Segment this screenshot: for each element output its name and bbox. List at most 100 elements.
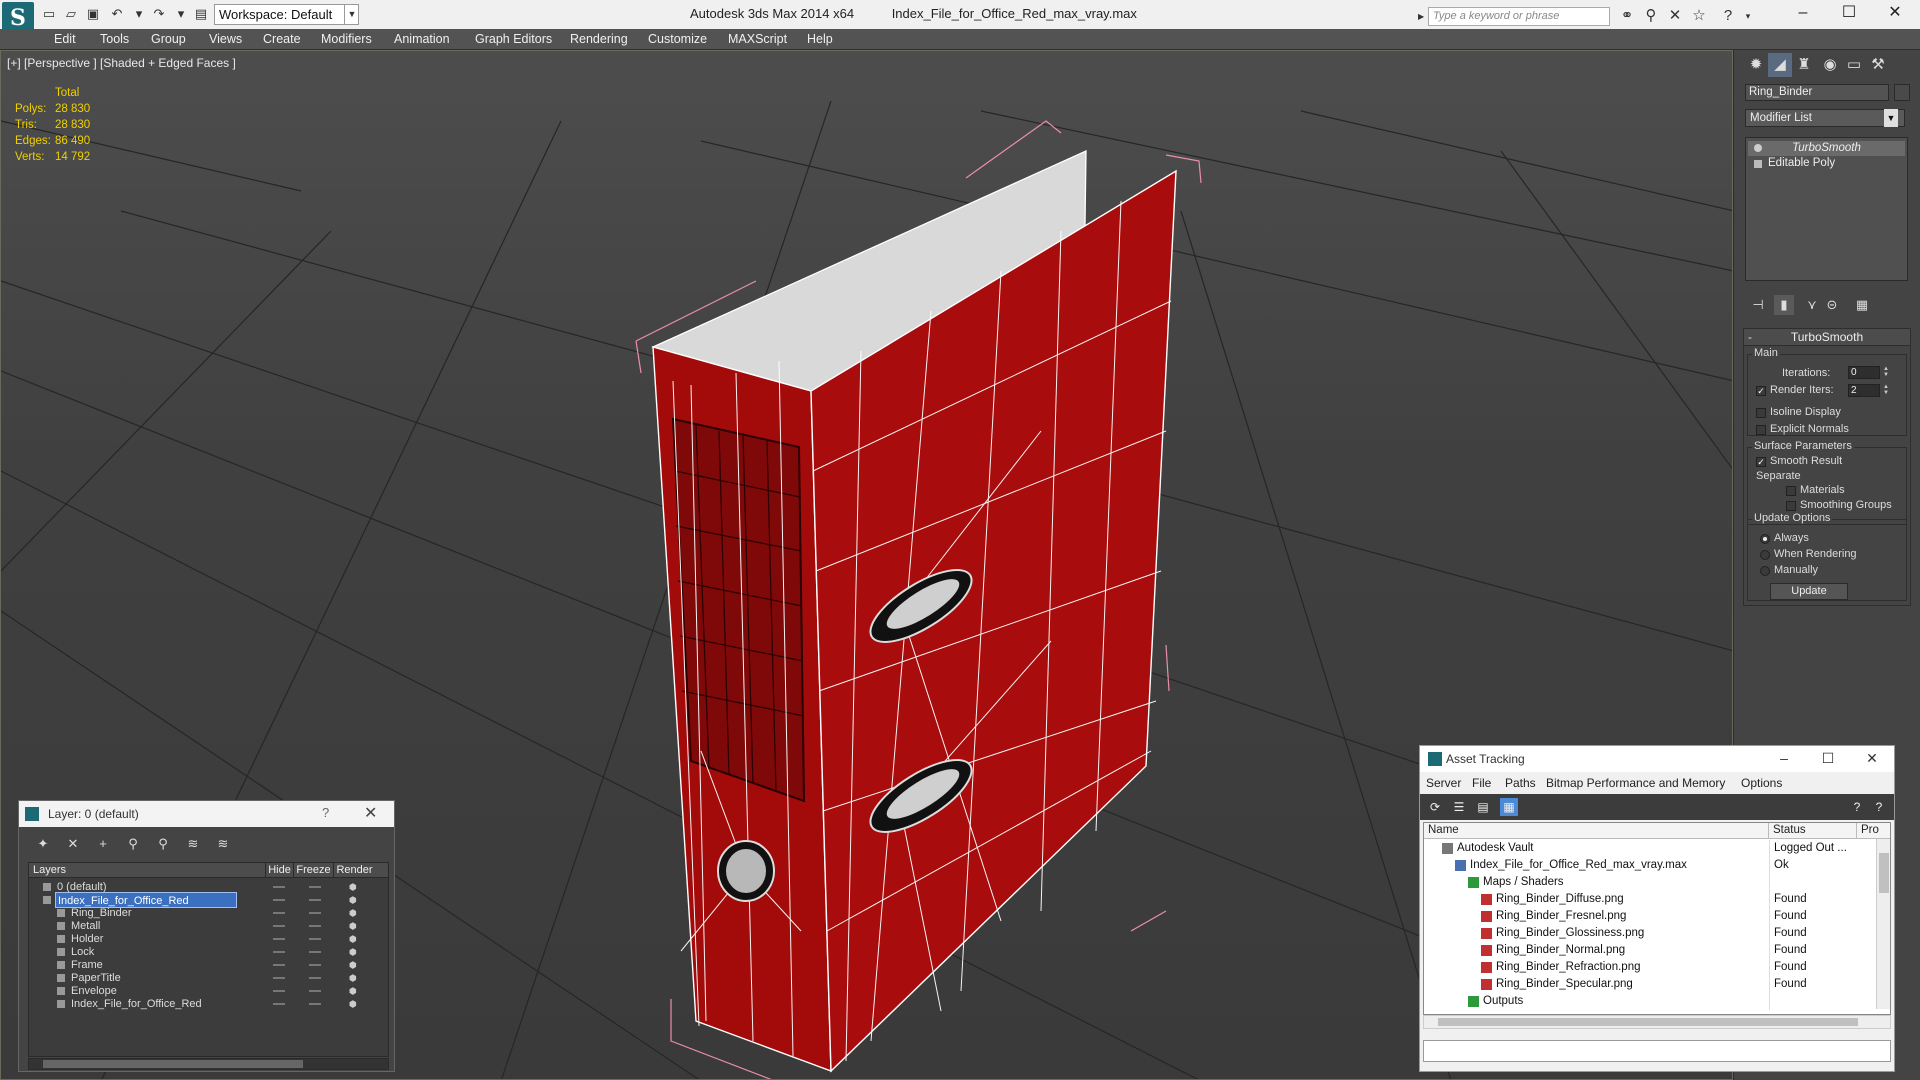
layer-horizontal-scrollbar[interactable] xyxy=(28,1058,389,1070)
col-pro[interactable]: Pro xyxy=(1857,823,1879,839)
utilities-tab-icon[interactable]: ⚒ xyxy=(1866,53,1890,77)
smooth-result-checkbox[interactable]: ✓ xyxy=(1756,457,1766,467)
menu-animation[interactable]: Animation xyxy=(394,29,450,50)
render-teapot-icon[interactable]: ⬢ xyxy=(349,948,359,957)
help-icon[interactable]: ? xyxy=(1718,6,1738,26)
render-teapot-icon[interactable]: ⬢ xyxy=(349,909,359,918)
render-teapot-icon[interactable]: ⬢ xyxy=(349,987,359,996)
add-to-layer-icon[interactable]: + xyxy=(93,834,113,854)
render-teapot-icon[interactable]: ⬢ xyxy=(349,935,359,944)
close-button[interactable]: ✕ xyxy=(1850,746,1894,772)
menu-customize[interactable]: Customize xyxy=(648,29,707,50)
configure-sets-icon[interactable]: ▦ xyxy=(1852,295,1872,315)
pin-stack-icon[interactable]: ⊣ xyxy=(1748,295,1768,315)
menu-create[interactable]: Create xyxy=(263,29,301,50)
asset-window-titlebar[interactable]: Asset Tracking – ☐ ✕ xyxy=(1420,746,1894,772)
freeze-toggle[interactable] xyxy=(309,990,321,992)
asset-row[interactable]: Maps / Shaders xyxy=(1424,874,1890,891)
communication-icon[interactable]: ✕ xyxy=(1665,6,1685,26)
viewport-label[interactable]: [+] [Perspective ] [Shaded + Edged Faces… xyxy=(7,56,236,70)
asset-row[interactable]: Ring_Binder_Refraction.png Found xyxy=(1424,959,1890,976)
asset-row[interactable]: Index_File_for_Office_Red_max_vray.max Ok xyxy=(1424,857,1890,874)
asset-row[interactable]: Ring_Binder_Specular.png Found xyxy=(1424,976,1890,993)
menu-edit[interactable]: Edit xyxy=(54,29,76,50)
help-icon[interactable]: ? xyxy=(1848,798,1866,816)
help-dropdown-icon[interactable]: ▾ xyxy=(1738,6,1758,26)
subscription-icon[interactable]: ⚲ xyxy=(1641,6,1661,26)
layer-name[interactable]: Index_File_for_Office_Red xyxy=(69,996,204,1012)
motion-tab-icon[interactable]: ◉ xyxy=(1818,53,1842,77)
table-view-icon[interactable]: ▦ xyxy=(1500,798,1518,816)
freeze-toggle[interactable] xyxy=(309,977,321,979)
binoculars-icon[interactable]: ⚭ xyxy=(1617,6,1637,26)
project-folder-icon[interactable]: ▤ xyxy=(192,5,210,23)
at-menu-options[interactable]: Options xyxy=(1741,776,1782,790)
menu-maxscript[interactable]: MAXScript xyxy=(728,29,787,50)
remove-modifier-icon[interactable]: ⊝ xyxy=(1822,295,1842,315)
freeze-toggle[interactable] xyxy=(309,951,321,953)
hide-toggle[interactable] xyxy=(273,938,285,940)
manually-radio[interactable] xyxy=(1760,566,1770,576)
materials-checkbox[interactable] xyxy=(1786,486,1796,496)
render-iters-spinner-arrows[interactable]: ▲ ▼ xyxy=(1882,384,1890,397)
asset-horizontal-scrollbar[interactable] xyxy=(1423,1015,1891,1029)
iterations-spinner[interactable]: 0 xyxy=(1848,366,1880,379)
workspace-dropdown[interactable]: Workspace: Default xyxy=(214,4,359,25)
hide-toggle[interactable] xyxy=(273,925,285,927)
chevron-down-icon[interactable]: ▼ xyxy=(344,4,359,25)
asset-row[interactable]: Ring_Binder_Fresnel.png Found xyxy=(1424,908,1890,925)
display-tab-icon[interactable]: ▭ xyxy=(1842,53,1866,77)
always-radio[interactable] xyxy=(1760,534,1770,544)
freeze-toggle[interactable] xyxy=(309,938,321,940)
render-teapot-icon[interactable]: ⬢ xyxy=(349,1000,359,1009)
maximize-button[interactable]: ☐ xyxy=(1806,746,1850,772)
menu-rendering[interactable]: Rendering xyxy=(570,29,628,50)
asset-vertical-scrollbar[interactable] xyxy=(1876,839,1890,1009)
asset-row[interactable]: Ring_Binder_Diffuse.png Found xyxy=(1424,891,1890,908)
freeze-toggle[interactable] xyxy=(309,925,321,927)
render-iters-checkbox[interactable]: ✓ xyxy=(1756,386,1766,396)
scroll-thumb[interactable] xyxy=(1879,853,1889,893)
asset-path-field[interactable] xyxy=(1423,1040,1891,1062)
at-menu-server[interactable]: Server xyxy=(1426,776,1461,790)
update-button[interactable]: Update xyxy=(1770,583,1848,600)
lightbulb-icon[interactable] xyxy=(1754,144,1762,152)
close-icon[interactable]: ✕ xyxy=(364,803,377,823)
freeze-toggle[interactable] xyxy=(309,1003,321,1005)
asset-row[interactable]: Outputs xyxy=(1424,993,1890,1010)
col-name[interactable]: Name xyxy=(1424,823,1769,839)
hide-toggle[interactable] xyxy=(273,951,285,953)
iterations-spinner-arrows[interactable]: ▲ ▼ xyxy=(1882,366,1890,379)
freeze-toggle[interactable] xyxy=(309,886,321,888)
delete-layer-icon[interactable]: ✕ xyxy=(63,834,83,854)
hide-all-icon[interactable]: ≋ xyxy=(183,834,203,854)
menu-views[interactable]: Views xyxy=(209,29,242,50)
layer-window-titlebar[interactable]: Layer: 0 (default) ? ✕ xyxy=(19,801,394,827)
redo-icon[interactable]: ↷ xyxy=(150,5,168,23)
col-render[interactable]: Render xyxy=(333,863,375,878)
expand-plus-icon[interactable] xyxy=(1754,160,1762,168)
hide-toggle[interactable] xyxy=(273,1003,285,1005)
hierarchy-tab-icon[interactable]: ♜ xyxy=(1792,53,1816,77)
isoline-checkbox[interactable] xyxy=(1756,408,1766,418)
menu-modifiers[interactable]: Modifiers xyxy=(321,29,372,50)
hide-toggle[interactable] xyxy=(273,964,285,966)
render-teapot-icon[interactable]: ⬢ xyxy=(349,974,359,983)
collapse-icon[interactable]: - xyxy=(1748,329,1752,346)
list-view-icon[interactable]: ☰ xyxy=(1450,798,1468,816)
rollout-header[interactable]: TurboSmooth xyxy=(1744,329,1910,346)
asset-row[interactable]: Ring_Binder_Glossiness.png Found xyxy=(1424,925,1890,942)
search-input[interactable]: Type a keyword or phrase xyxy=(1428,7,1610,26)
minimize-button[interactable]: – xyxy=(1780,0,1826,28)
menu-graph-editors[interactable]: Graph Editors xyxy=(475,29,552,50)
scroll-thumb[interactable] xyxy=(43,1060,303,1068)
close-button[interactable]: ✕ xyxy=(1872,0,1918,28)
hide-toggle[interactable] xyxy=(273,899,285,901)
new-file-icon[interactable]: ▭ xyxy=(40,5,58,23)
render-teapot-icon[interactable]: ⬢ xyxy=(349,961,359,970)
show-end-result-icon[interactable]: ▮ xyxy=(1774,295,1794,315)
render-teapot-icon[interactable]: ⬢ xyxy=(349,922,359,931)
chevron-down-icon[interactable]: ▼ xyxy=(1884,109,1898,127)
undo-icon[interactable]: ↶ xyxy=(108,5,126,23)
tree-view-icon[interactable]: ▤ xyxy=(1474,798,1492,816)
